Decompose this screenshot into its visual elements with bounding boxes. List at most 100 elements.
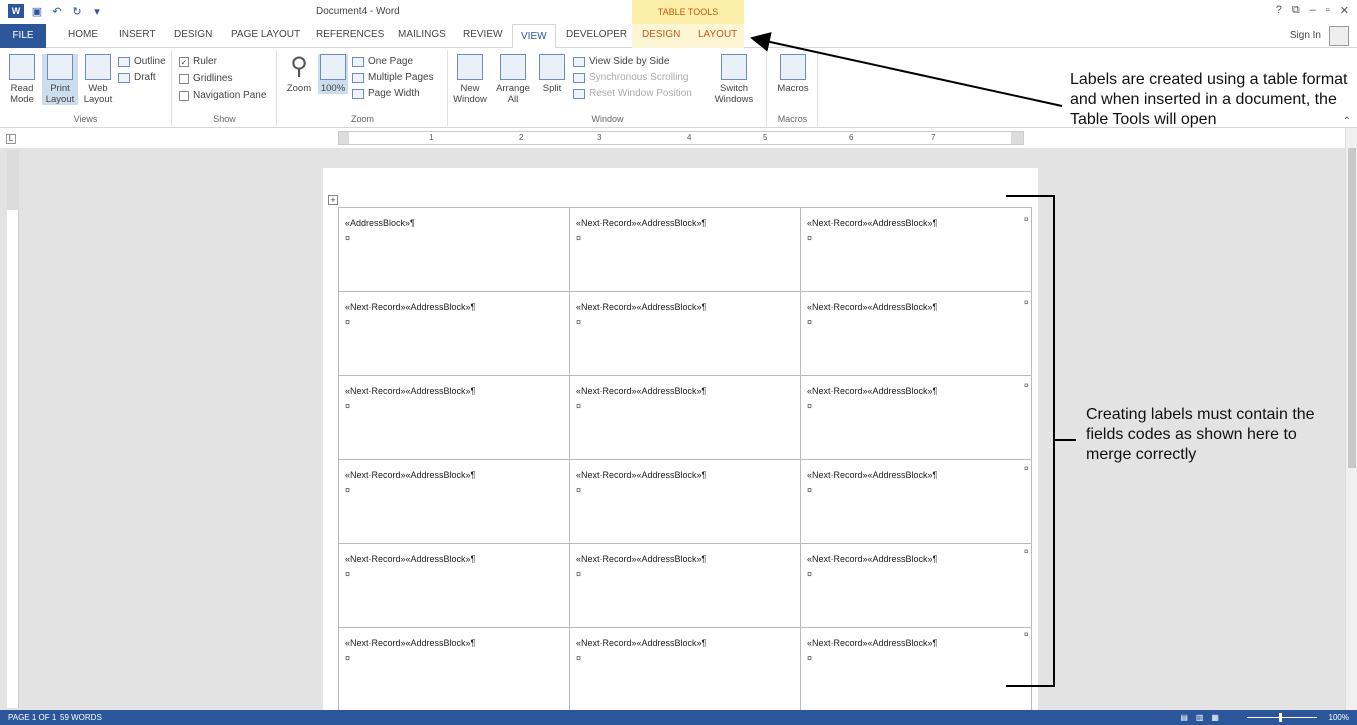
new-window-button[interactable]: New Window bbox=[451, 54, 489, 105]
minimize-icon[interactable]: – bbox=[1310, 4, 1316, 17]
label-cell[interactable]: «Next·Record»«AddressBlock»¶ ¤ bbox=[569, 207, 801, 292]
title-bar: W ▣ ↶ ↻ ▾ Document4 - Word TABLE TOOLS ?… bbox=[0, 0, 1357, 24]
macros-button[interactable]: Macros bbox=[774, 54, 812, 94]
cell-end-mark: ¤ bbox=[807, 569, 813, 579]
tab-table-design[interactable]: DESIGN bbox=[642, 29, 680, 40]
cell-end-mark: ¤ bbox=[345, 569, 351, 579]
synchronous-scrolling-button[interactable]: Synchronous Scrolling bbox=[573, 72, 689, 83]
web-layout-button[interactable]: Web Layout bbox=[80, 54, 116, 105]
cell-end-mark: ¤ bbox=[576, 653, 582, 663]
reset-window-position-button[interactable]: Reset Window Position bbox=[573, 88, 692, 99]
print-layout-label: Print Layout bbox=[45, 83, 75, 105]
draft-button[interactable]: Draft bbox=[118, 72, 156, 83]
tab-table-layout[interactable]: LAYOUT bbox=[698, 29, 737, 40]
row-end-mark: ¤ bbox=[1024, 215, 1029, 224]
tab-view[interactable]: VIEW bbox=[512, 24, 556, 49]
tab-developer[interactable]: DEVELOPER bbox=[566, 29, 627, 40]
zoom-slider-knob[interactable] bbox=[1279, 713, 1282, 722]
read-mode-button[interactable]: Read Mode bbox=[4, 54, 40, 105]
outline-button[interactable]: Outline bbox=[118, 56, 166, 67]
vertical-ruler-top-margin bbox=[7, 150, 19, 210]
page-width-button[interactable]: Page Width bbox=[352, 88, 420, 99]
multiple-pages-button[interactable]: Multiple Pages bbox=[352, 72, 434, 83]
cell-field-text: «Next·Record»«AddressBlock»¶ bbox=[345, 554, 476, 564]
label-cell[interactable]: «Next·Record»«AddressBlock»¶ ¤ bbox=[800, 291, 1032, 376]
label-cell[interactable]: «Next·Record»«AddressBlock»¶ ¤ bbox=[338, 627, 570, 712]
zoom-group-label: Zoom bbox=[350, 114, 374, 124]
cell-end-mark: ¤ bbox=[576, 401, 582, 411]
vertical-scrollbar[interactable] bbox=[1345, 128, 1357, 710]
tab-references[interactable]: REFERENCES bbox=[316, 29, 384, 40]
redo-icon[interactable]: ↻ bbox=[70, 4, 84, 18]
macros-label: Macros bbox=[777, 83, 809, 94]
label-cell[interactable]: «Next·Record»«AddressBlock»¶ ¤ bbox=[569, 627, 801, 712]
help-icon[interactable]: ? bbox=[1276, 4, 1282, 17]
one-page-button[interactable]: One Page bbox=[352, 56, 413, 67]
reset-window-position-label: Reset Window Position bbox=[589, 88, 692, 99]
label-cell[interactable]: «AddressBlock»¶ ¤ bbox=[338, 207, 570, 292]
print-layout-button[interactable]: Print Layout bbox=[42, 54, 78, 105]
save-icon[interactable]: ▣ bbox=[30, 4, 44, 18]
tab-page-layout[interactable]: PAGE LAYOUT bbox=[231, 29, 300, 40]
tab-file[interactable]: FILE bbox=[0, 24, 46, 48]
zoom-100-button[interactable]: 100% bbox=[318, 54, 348, 94]
label-cell[interactable]: «Next·Record»«AddressBlock»¶ ¤ bbox=[338, 459, 570, 544]
label-cell[interactable]: «Next·Record»«AddressBlock»¶ ¤ bbox=[800, 543, 1032, 628]
zoom-slider[interactable] bbox=[1247, 717, 1317, 718]
customize-qat-icon[interactable]: ▾ bbox=[90, 4, 104, 18]
labels-table[interactable]: «AddressBlock»¶ ¤ «Next·Record»«AddressBl… bbox=[338, 207, 1032, 712]
tab-selector-icon[interactable]: L bbox=[6, 134, 16, 144]
avatar[interactable] bbox=[1329, 26, 1349, 46]
ruler-checkbox[interactable]: ✓ Ruler bbox=[179, 56, 217, 67]
undo-icon[interactable]: ↶ bbox=[50, 4, 64, 18]
vertical-ruler[interactable] bbox=[7, 150, 19, 708]
navigation-pane-checkbox[interactable]: Navigation Pane bbox=[179, 90, 266, 101]
label-cell[interactable]: «Next·Record»«AddressBlock»¶ ¤ bbox=[800, 459, 1032, 544]
draft-icon bbox=[118, 72, 130, 83]
cell-field-text: «Next·Record»«AddressBlock»¶ bbox=[576, 470, 707, 480]
label-cell[interactable]: «Next·Record»«AddressBlock»¶ ¤ bbox=[338, 543, 570, 628]
sign-in-link[interactable]: Sign In bbox=[1290, 30, 1321, 41]
label-cell[interactable]: «Next·Record»«AddressBlock»¶ ¤ bbox=[800, 375, 1032, 460]
page-width-label: Page Width bbox=[368, 88, 420, 99]
word-logo-icon[interactable]: W bbox=[8, 4, 24, 18]
scrollbar-thumb[interactable] bbox=[1348, 148, 1356, 468]
tab-review[interactable]: REVIEW bbox=[463, 29, 502, 40]
row-end-mark: ¤ bbox=[1024, 547, 1029, 556]
switch-windows-button[interactable]: Switch Windows bbox=[709, 54, 759, 105]
view-mode-icons[interactable]: ▤▥▦ bbox=[1180, 713, 1227, 722]
word-count[interactable]: 59 WORDS bbox=[60, 713, 102, 722]
horizontal-ruler[interactable]: 1 2 3 4 5 6 7 bbox=[338, 131, 1024, 145]
label-cell[interactable]: «Next·Record»«AddressBlock»¶ ¤ bbox=[569, 459, 801, 544]
tab-design[interactable]: DESIGN bbox=[174, 29, 212, 40]
cell-end-mark: ¤ bbox=[807, 485, 813, 495]
view-side-by-side-button[interactable]: View Side by Side bbox=[573, 56, 669, 67]
table-move-handle-icon[interactable]: + bbox=[328, 195, 338, 205]
zoom-level[interactable]: 100% bbox=[1329, 713, 1349, 722]
label-cell[interactable]: «Next·Record»«AddressBlock»¶ ¤ bbox=[800, 207, 1032, 292]
tab-mailings[interactable]: MAILINGS bbox=[398, 29, 446, 40]
arrange-all-button[interactable]: Arrange All bbox=[491, 54, 535, 105]
restore-icon[interactable]: ▫ bbox=[1326, 4, 1330, 17]
page-count[interactable]: PAGE 1 OF 1 bbox=[8, 713, 56, 722]
label-cell[interactable]: «Next·Record»«AddressBlock»¶ ¤ bbox=[800, 627, 1032, 712]
cell-end-mark: ¤ bbox=[576, 233, 582, 243]
gridlines-checkbox[interactable]: Gridlines bbox=[179, 73, 232, 84]
close-icon[interactable]: ✕ bbox=[1340, 4, 1349, 17]
label-cell[interactable]: «Next·Record»«AddressBlock»¶ ¤ bbox=[569, 375, 801, 460]
table-tools-band: TABLE TOOLS bbox=[632, 0, 744, 24]
split-button[interactable]: Split bbox=[537, 54, 567, 94]
cell-field-text: «Next·Record»«AddressBlock»¶ bbox=[576, 638, 707, 648]
zoom-button[interactable]: ⚲ Zoom bbox=[284, 54, 314, 95]
ribbon-display-options-icon[interactable]: ⧉ bbox=[1292, 4, 1300, 17]
reset-window-position-icon bbox=[573, 88, 585, 99]
row-end-mark: ¤ bbox=[1024, 630, 1029, 639]
label-cell[interactable]: «Next·Record»«AddressBlock»¶ ¤ bbox=[569, 543, 801, 628]
label-cell[interactable]: «Next·Record»«AddressBlock»¶ ¤ bbox=[338, 375, 570, 460]
cell-field-text: «Next·Record»«AddressBlock»¶ bbox=[576, 218, 707, 228]
label-cell[interactable]: «Next·Record»«AddressBlock»¶ ¤ bbox=[569, 291, 801, 376]
tab-home[interactable]: HOME bbox=[68, 29, 98, 40]
tab-insert[interactable]: INSERT bbox=[119, 29, 156, 40]
zoom-label: Zoom bbox=[286, 83, 312, 94]
label-cell[interactable]: «Next·Record»«AddressBlock»¶ ¤ bbox=[338, 291, 570, 376]
